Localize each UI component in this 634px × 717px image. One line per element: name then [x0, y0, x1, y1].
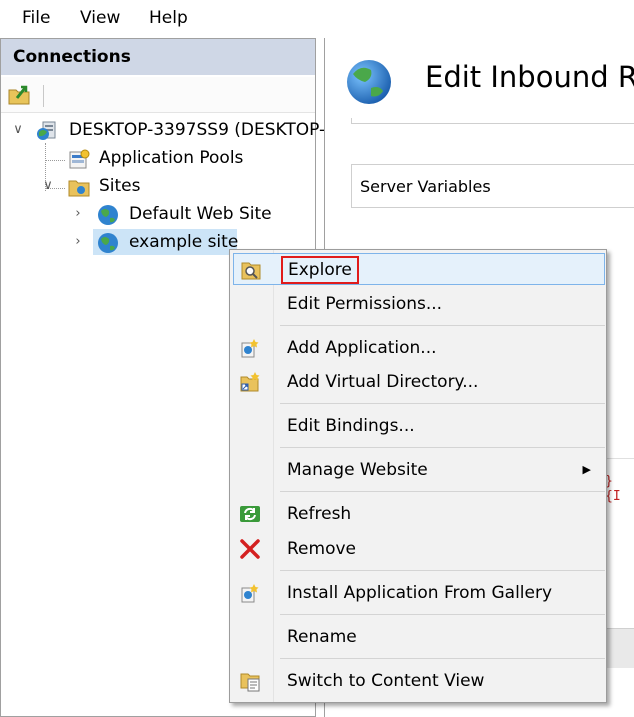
tree-label-application-pools: Application Pools	[99, 148, 244, 168]
menu-help[interactable]: Help	[149, 6, 188, 30]
menu-separator	[280, 403, 605, 404]
tree-label-sites: Sites	[99, 176, 141, 196]
menu-item-label: Add Virtual Directory...	[287, 372, 479, 392]
sites-folder-icon	[67, 176, 90, 198]
context-menu: Explore Edit Permissions... Add Applicat…	[229, 249, 607, 703]
tree-node-default-web-site[interactable]: › Default Web Site	[1, 201, 315, 227]
application-pools-icon	[67, 148, 90, 170]
connections-header: Connections	[1, 39, 315, 75]
menu-separator	[280, 658, 605, 659]
connections-toolbar	[1, 77, 315, 113]
tree-label-example-site: example site	[129, 232, 239, 252]
add-virtual-directory-icon	[239, 371, 261, 393]
code-fragment: } {I	[605, 474, 621, 504]
server-variables-section[interactable]: Server Variables	[351, 164, 634, 208]
menu-item-label: Manage Website	[287, 460, 428, 480]
menu-separator	[280, 614, 605, 615]
menu-item-add-virtual-directory[interactable]: Add Virtual Directory...	[233, 366, 605, 398]
server-icon	[37, 120, 59, 142]
explore-icon	[240, 259, 262, 281]
tree-node-server[interactable]: ∨ DESKTOP-3397SS9 (DESKTOP-	[1, 117, 325, 143]
tree-node-sites[interactable]: ∨ Sites	[1, 173, 315, 199]
menu-item-rename[interactable]: Rename	[233, 621, 605, 653]
menu-file[interactable]: File	[22, 6, 50, 30]
menu-item-edit-bindings[interactable]: Edit Bindings...	[233, 410, 605, 442]
connect-icon[interactable]	[7, 84, 31, 106]
menu-item-label: Remove	[287, 539, 356, 559]
menu-item-label: Switch to Content View	[287, 671, 485, 691]
menu-view[interactable]: View	[80, 6, 120, 30]
collapse-chevron-icon[interactable]: ∨	[41, 173, 55, 199]
tree-label-default-web-site: Default Web Site	[129, 204, 272, 224]
menu-item-install-from-gallery[interactable]: Install Application From Gallery	[233, 577, 605, 609]
add-application-icon	[239, 337, 261, 359]
menu-item-edit-permissions[interactable]: Edit Permissions...	[233, 288, 605, 320]
server-variables-label: Server Variables	[360, 177, 491, 196]
menu-item-explore[interactable]: Explore	[233, 253, 605, 285]
refresh-icon	[239, 503, 261, 525]
menu-separator	[280, 491, 605, 492]
menu-item-add-application[interactable]: Add Application...	[233, 332, 605, 364]
content-box	[351, 118, 634, 124]
page-title: Edit Inbound Ru	[425, 60, 634, 94]
submenu-arrow-icon: ▶	[582, 463, 591, 476]
globe-icon	[97, 204, 119, 226]
menu-item-refresh[interactable]: Refresh	[233, 498, 605, 530]
menu-separator	[280, 447, 605, 448]
menu-item-remove[interactable]: Remove	[233, 533, 605, 565]
menu-item-switch-to-content-view[interactable]: Switch to Content View	[233, 665, 605, 697]
menu-item-label: Rename	[287, 627, 357, 647]
menu-item-label: Edit Permissions...	[287, 294, 443, 314]
tree-node-application-pools[interactable]: Application Pools	[1, 145, 315, 171]
menu-bar: File View Help	[0, 0, 634, 36]
menu-item-label: Edit Bindings...	[287, 416, 415, 436]
toolbar-separator	[43, 85, 44, 107]
gallery-icon	[239, 582, 261, 604]
menu-item-label: Install Application From Gallery	[287, 583, 553, 603]
explore-highlight-box	[281, 256, 359, 284]
collapse-chevron-icon[interactable]: ∨	[11, 117, 25, 143]
content-view-icon	[239, 670, 261, 692]
menu-item-label: Refresh	[287, 504, 352, 524]
globe-icon	[97, 232, 119, 254]
menu-item-label: Add Application...	[287, 338, 437, 358]
remove-icon	[239, 538, 261, 560]
menu-separator	[280, 570, 605, 571]
globe-icon	[345, 58, 393, 106]
menu-item-manage-website[interactable]: Manage Website ▶	[233, 454, 605, 486]
menu-separator	[280, 325, 605, 326]
expand-chevron-icon[interactable]: ›	[71, 201, 85, 227]
tree-label-server: DESKTOP-3397SS9 (DESKTOP-	[69, 120, 326, 140]
expand-chevron-icon[interactable]: ›	[71, 229, 85, 255]
